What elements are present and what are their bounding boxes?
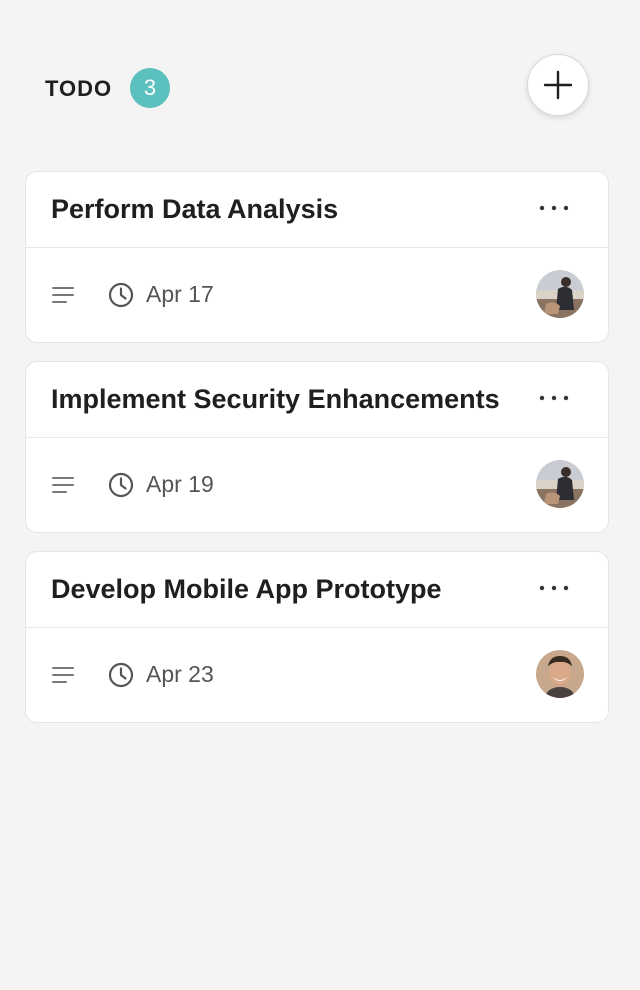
description-lines-icon bbox=[52, 477, 74, 493]
task-card-header: Perform Data Analysis bbox=[26, 172, 608, 248]
clock-icon bbox=[108, 282, 134, 308]
task-more-button[interactable] bbox=[534, 386, 574, 410]
due-date: Apr 23 bbox=[146, 661, 214, 687]
task-card-footer: Apr 19 bbox=[26, 438, 608, 532]
column-title: TODO bbox=[45, 76, 113, 101]
task-card-header: Develop Mobile App Prototype bbox=[26, 552, 608, 628]
task-title[interactable]: Develop Mobile App Prototype bbox=[51, 574, 442, 605]
add-task-button[interactable] bbox=[527, 54, 589, 116]
assignee-avatar[interactable] bbox=[536, 650, 584, 698]
due-date: Apr 19 bbox=[146, 471, 214, 497]
ellipsis-icon bbox=[539, 205, 569, 211]
due-date: Apr 17 bbox=[146, 281, 214, 307]
task-card-header: Implement Security Enhancements bbox=[26, 362, 608, 438]
ellipsis-icon bbox=[539, 585, 569, 591]
task-card-footer: Apr 23 bbox=[26, 628, 608, 722]
description-lines-icon bbox=[52, 287, 74, 303]
clock-icon bbox=[108, 662, 134, 688]
column-header: TODO 3 bbox=[45, 54, 590, 118]
avatar-photo-person-sitting bbox=[536, 460, 584, 508]
assignee-avatar[interactable] bbox=[536, 270, 584, 318]
task-card[interactable]: Perform Data Analysis Apr 17 bbox=[25, 171, 609, 343]
task-card[interactable]: Implement Security Enhancements Apr 19 bbox=[25, 361, 609, 533]
task-card-footer: Apr 17 bbox=[26, 248, 608, 342]
description-lines-icon bbox=[52, 667, 74, 683]
task-card[interactable]: Develop Mobile App Prototype Apr 23 bbox=[25, 551, 609, 723]
avatar-photo-smiling-man bbox=[536, 650, 584, 698]
assignee-avatar[interactable] bbox=[536, 460, 584, 508]
clock-icon bbox=[108, 472, 134, 498]
task-title[interactable]: Perform Data Analysis bbox=[51, 194, 338, 225]
avatar-photo-person-sitting bbox=[536, 270, 584, 318]
task-count-badge: 3 bbox=[130, 68, 170, 108]
task-more-button[interactable] bbox=[534, 196, 574, 220]
task-more-button[interactable] bbox=[534, 576, 574, 600]
ellipsis-icon bbox=[539, 395, 569, 401]
task-title[interactable]: Implement Security Enhancements bbox=[51, 384, 500, 415]
plus-icon bbox=[543, 70, 573, 100]
